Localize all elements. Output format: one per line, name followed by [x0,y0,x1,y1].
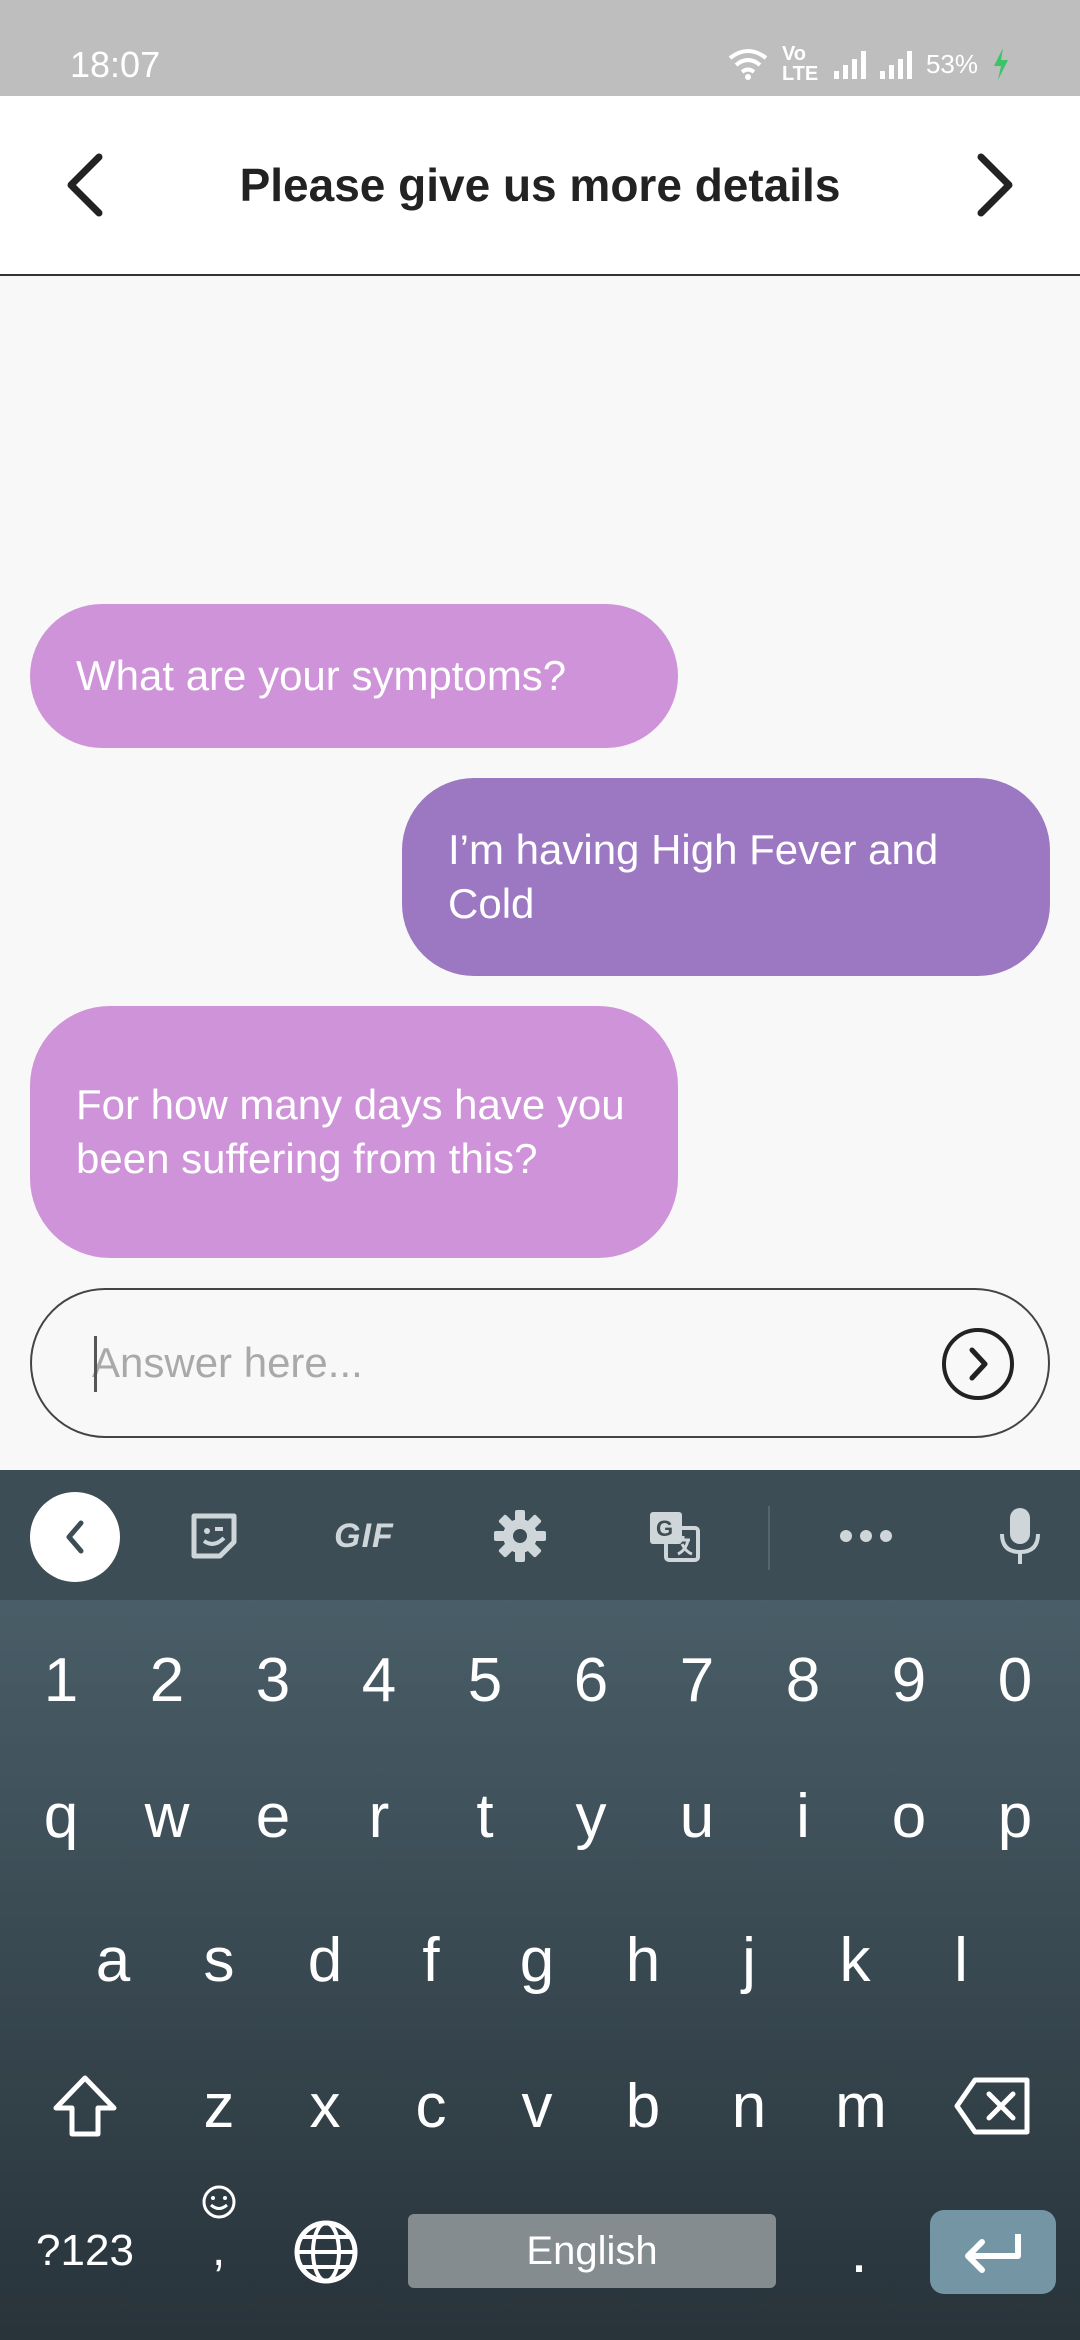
wifi-icon [728,49,768,80]
key-f[interactable]: f [378,1900,484,2020]
translate-button[interactable]: G [632,1494,716,1578]
chevron-right-icon [977,153,1013,217]
key-k[interactable]: k [802,1900,908,2020]
backspace-icon [954,2077,1030,2135]
language-key[interactable] [276,2202,376,2302]
status-time: 18:07 [70,44,161,85]
sticker-button[interactable] [172,1494,256,1578]
keyboard-toolbar: GIF G [0,1470,1080,1600]
key-c[interactable]: c [378,2046,484,2166]
sticker-icon [191,1513,237,1559]
key-x[interactable]: x [272,2046,378,2166]
key-5[interactable]: 5 [432,1620,538,1740]
key-3[interactable]: 3 [220,1620,326,1740]
send-button[interactable] [942,1328,1014,1400]
message-text: I’m having High Fever and Cold [448,826,939,927]
letter-row-1: q w e r t y u i o p [0,1756,1080,1876]
voice-input-button[interactable] [978,1494,1062,1578]
key-g[interactable]: g [484,1900,590,2020]
shift-key[interactable] [32,2046,138,2166]
comma-key[interactable]: , [166,2182,272,2302]
battery-charging-icon [994,48,1008,80]
key-a[interactable]: a [60,1900,166,2020]
globe-icon [294,2220,358,2284]
answer-input[interactable] [92,1330,912,1396]
network-type: Vo LTE [781,43,819,85]
letter-row-3: z x c v b n m [0,2046,1080,2166]
signal-icon [879,49,912,79]
keyboard: GIF G 1 2 3 4 5 6 7 8 9 0 q w e r t y u … [0,1470,1080,2340]
number-row: 1 2 3 4 5 6 7 8 9 0 [0,1620,1080,1740]
key-q[interactable]: q [8,1756,114,1876]
emoji-icon [202,2185,236,2219]
key-i[interactable]: i [750,1756,856,1876]
key-6[interactable]: 6 [538,1620,644,1740]
mic-icon [1000,1508,1040,1564]
settings-button[interactable] [478,1494,562,1578]
chat-message-bot: For how many days have you been sufferin… [30,1006,678,1258]
key-j[interactable]: j [696,1900,802,2020]
key-b[interactable]: b [590,2046,696,2166]
space-bar[interactable]: English [408,2214,776,2288]
key-0[interactable]: 0 [962,1620,1068,1740]
key-d[interactable]: d [272,1900,378,2020]
key-h[interactable]: h [590,1900,696,2020]
enter-icon [965,2234,1021,2273]
answer-box [30,1288,1050,1438]
chevron-left-icon [67,153,103,217]
symbols-key[interactable]: ?123 [20,2191,150,2311]
enter-key[interactable] [930,2210,1056,2294]
page-title: Please give us more details [239,159,841,211]
arrow-circle-right-icon [969,1347,988,1381]
keyboard-back-button[interactable] [30,1492,120,1582]
key-e[interactable]: e [220,1756,326,1876]
key-8[interactable]: 8 [750,1620,856,1740]
gif-icon: GIF [334,1516,394,1555]
letter-row-2: a s d f g h j k l [0,1900,1080,2020]
more-button[interactable] [824,1494,908,1578]
key-t[interactable]: t [432,1756,538,1876]
more-icon [840,1530,892,1542]
status-bar: 18:07 Vo LTE 53% [0,0,1080,96]
key-v[interactable]: v [484,2046,590,2166]
back-button[interactable] [40,140,130,230]
shift-icon [53,2075,117,2137]
status-icons: Vo LTE 53% [728,44,1010,84]
gear-icon [494,1510,546,1562]
chat-message-user: I’m having High Fever and Cold [402,778,1050,976]
comma-label: , [212,2223,226,2276]
svg-text:G: G [656,1516,673,1541]
key-o[interactable]: o [856,1756,962,1876]
back-icon [66,1520,84,1554]
message-text: What are your symptoms? [76,652,567,699]
key-4[interactable]: 4 [326,1620,432,1740]
key-u[interactable]: u [644,1756,750,1876]
key-l[interactable]: l [908,1900,1014,2020]
key-s[interactable]: s [166,1900,272,2020]
key-1[interactable]: 1 [8,1620,114,1740]
chat-message-bot: What are your symptoms? [30,604,678,748]
signal-icon [833,49,866,79]
key-z[interactable]: z [166,2046,272,2166]
key-r[interactable]: r [326,1756,432,1876]
key-9[interactable]: 9 [856,1620,962,1740]
key-n[interactable]: n [696,2046,802,2166]
key-m[interactable]: m [808,2046,914,2166]
battery-level: 53% [925,48,978,79]
translate-icon: G [650,1512,700,1562]
message-text: For how many days have you been sufferin… [76,1081,625,1182]
key-y[interactable]: y [538,1756,644,1876]
text-caret [94,1336,97,1392]
key-w[interactable]: w [114,1756,220,1876]
next-button[interactable] [950,140,1040,230]
header: Please give us more details [0,96,1080,276]
key-2[interactable]: 2 [114,1620,220,1740]
key-p[interactable]: p [962,1756,1068,1876]
toolbar-divider [768,1506,770,1570]
key-7[interactable]: 7 [644,1620,750,1740]
backspace-key[interactable] [940,2046,1046,2166]
gif-button[interactable]: GIF [322,1494,406,1578]
period-key[interactable]: . [806,2191,912,2311]
